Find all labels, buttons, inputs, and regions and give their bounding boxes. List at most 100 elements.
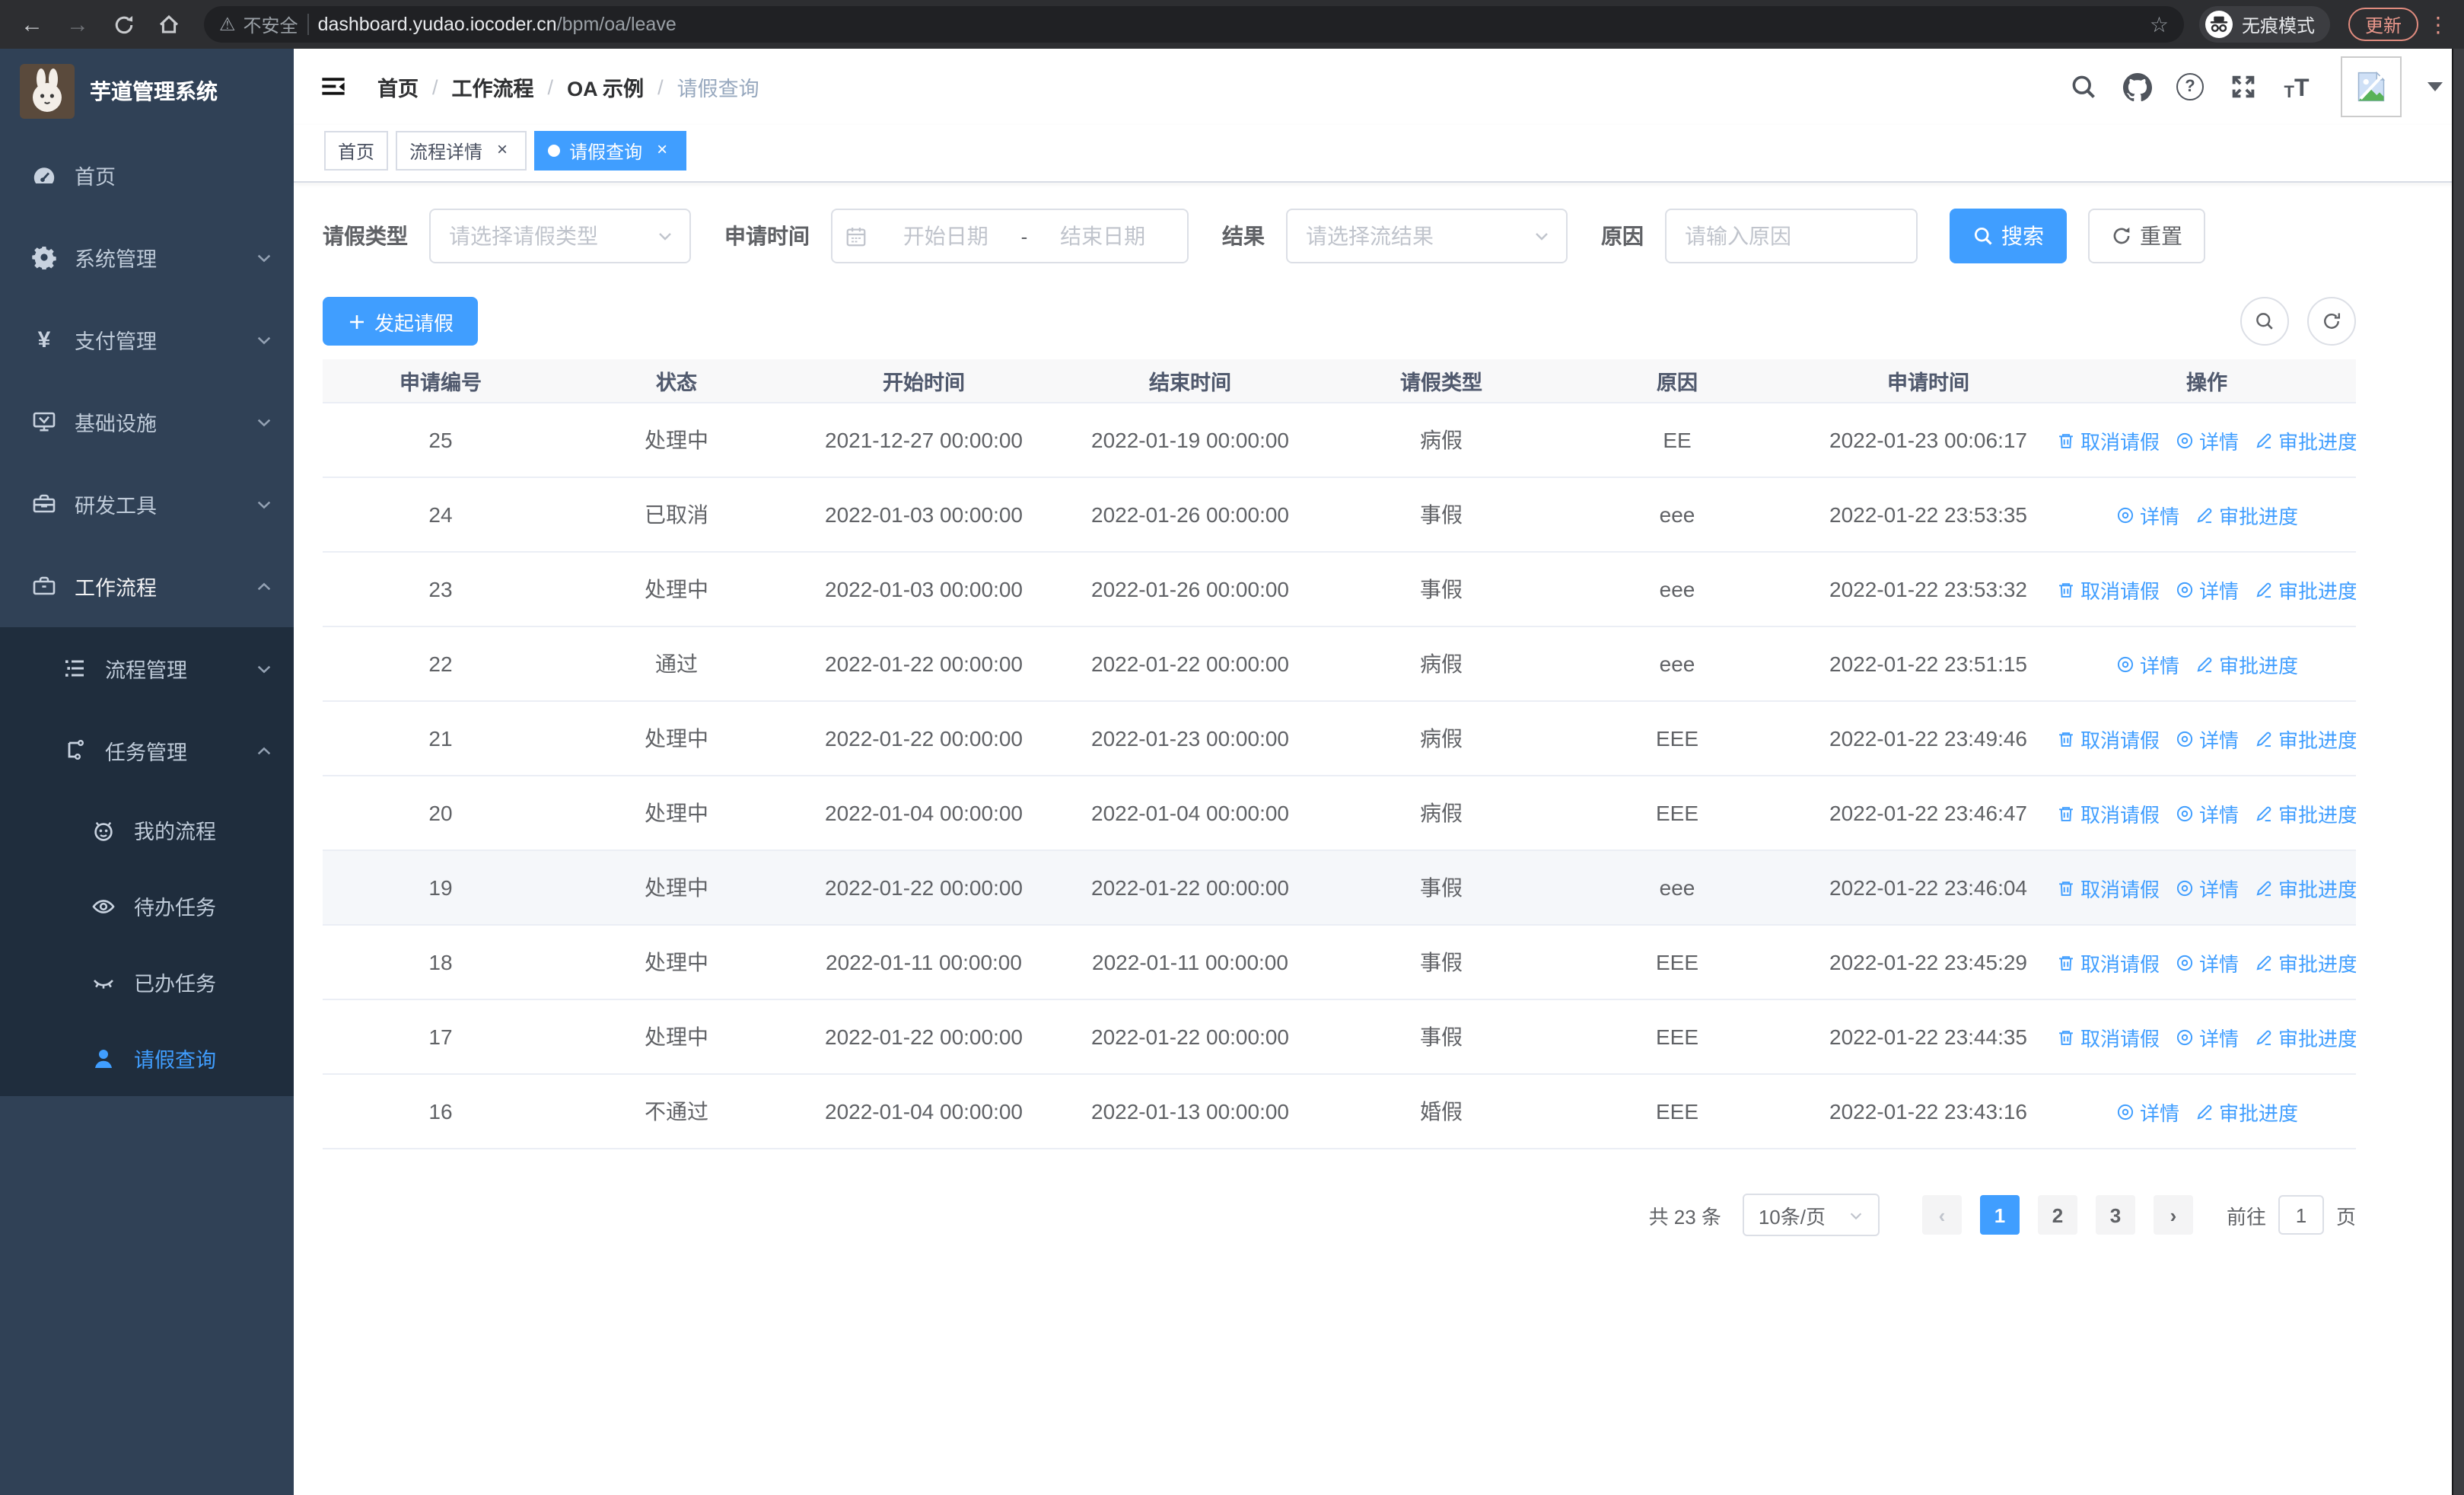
address-bar[interactable]: ⚠ 不安全 dashboard.yudao.iocoder.cn/bpm/oa/… bbox=[204, 6, 2184, 43]
leave-type-input[interactable] bbox=[446, 222, 647, 250]
filter-leave-type: 请假类型 bbox=[323, 209, 691, 263]
breadcrumb-item-oa-example[interactable]: OA 示例 bbox=[567, 72, 644, 102]
reason-input[interactable] bbox=[1682, 222, 1901, 250]
cell-applied-time: 2022-01-22 23:46:47 bbox=[1829, 801, 2027, 825]
cell-applied-time: 2022-01-22 23:49:46 bbox=[1829, 726, 2027, 751]
tab-leave-query[interactable]: 请假查询 × bbox=[534, 131, 687, 171]
breadcrumb-item-workflow[interactable]: 工作流程 bbox=[452, 72, 534, 102]
approval-progress-link[interactable]: 审批进度 bbox=[2254, 575, 2356, 604]
browser-update-button[interactable]: 更新 bbox=[2348, 8, 2418, 41]
approval-progress-link[interactable]: 审批进度 bbox=[2195, 649, 2298, 678]
start-date-input[interactable] bbox=[874, 222, 1018, 250]
cancel-leave-link[interactable]: 取消请假 bbox=[2058, 575, 2160, 604]
approval-progress-link[interactable]: 审批进度 bbox=[2254, 1022, 2356, 1051]
cancel-leave-link[interactable]: 取消请假 bbox=[2058, 948, 2160, 977]
approval-progress-link[interactable]: 审批进度 bbox=[2254, 426, 2356, 454]
date-range-picker[interactable]: - bbox=[831, 209, 1189, 263]
sidebar-item-todo-tasks[interactable]: 待办任务 bbox=[0, 868, 294, 944]
create-leave-button[interactable]: 发起请假 bbox=[323, 297, 479, 346]
browser-back-button[interactable]: ← bbox=[12, 5, 52, 44]
reset-button[interactable]: 重置 bbox=[2088, 209, 2205, 263]
browser-home-button[interactable] bbox=[149, 5, 189, 44]
approval-progress-link[interactable]: 审批进度 bbox=[2254, 948, 2356, 977]
detail-link[interactable]: 详情 bbox=[2175, 799, 2239, 827]
detail-link[interactable]: 详情 bbox=[2175, 724, 2239, 753]
cancel-leave-link[interactable]: 取消请假 bbox=[2058, 426, 2160, 454]
refresh-table-button[interactable] bbox=[2307, 297, 2356, 346]
cancel-leave-link[interactable]: 取消请假 bbox=[2058, 1022, 2160, 1051]
sidebar-item-system[interactable]: 系统管理 bbox=[0, 216, 294, 298]
sidebar-item-task-management[interactable]: 任务管理 bbox=[0, 709, 294, 792]
user-avatar[interactable] bbox=[2341, 56, 2402, 117]
bookmark-star-icon[interactable]: ☆ bbox=[2150, 11, 2169, 37]
page-button-2[interactable]: 2 bbox=[2037, 1195, 2077, 1235]
sidebar-collapse-icon[interactable] bbox=[317, 70, 350, 104]
cancel-leave-link[interactable]: 取消请假 bbox=[2058, 799, 2160, 827]
breadcrumb-item-home[interactable]: 首页 bbox=[377, 72, 419, 102]
goto-unit-label: 页 bbox=[2335, 1205, 2356, 1228]
sidebar-item-home[interactable]: 首页 bbox=[0, 134, 294, 216]
browser-menu-icon[interactable]: ⋮ bbox=[2424, 11, 2452, 37]
leave-table: 申请编号 状态 开始时间 结束时间 请假类型 原因 申请时间 操作 25 处理中… bbox=[323, 359, 2356, 1149]
approval-progress-link[interactable]: 审批进度 bbox=[2195, 1097, 2298, 1126]
search-button[interactable]: 搜索 bbox=[1950, 209, 2067, 263]
detail-link[interactable]: 详情 bbox=[2175, 575, 2239, 604]
approval-progress-link[interactable]: 审批进度 bbox=[2254, 724, 2356, 753]
browser-forward-button[interactable]: → bbox=[58, 5, 97, 44]
gear-icon bbox=[32, 245, 56, 269]
detail-link[interactable]: 详情 bbox=[2115, 1097, 2179, 1126]
close-icon[interactable]: × bbox=[492, 139, 513, 161]
prev-page-button[interactable]: ‹ bbox=[1921, 1195, 1962, 1235]
page-size-select[interactable]: 10条/页 bbox=[1742, 1194, 1880, 1236]
detail-link[interactable]: 详情 bbox=[2175, 426, 2239, 454]
result-input[interactable] bbox=[1303, 222, 1523, 250]
detail-link[interactable]: 详情 bbox=[2115, 500, 2179, 529]
page-button-3[interactable]: 3 bbox=[2095, 1195, 2135, 1235]
table-row: 19 处理中 2022-01-22 00:00:00 2022-01-22 00… bbox=[323, 851, 2356, 926]
cell-status: 处理中 bbox=[645, 428, 708, 452]
approval-progress-link[interactable]: 审批进度 bbox=[2254, 873, 2356, 902]
cancel-leave-link[interactable]: 取消请假 bbox=[2058, 873, 2160, 902]
detail-link[interactable]: 详情 bbox=[2175, 873, 2239, 902]
cell-leave-type: 事假 bbox=[1420, 577, 1463, 601]
goto-page-input[interactable] bbox=[2278, 1195, 2324, 1235]
detail-link[interactable]: 详情 bbox=[2115, 649, 2179, 678]
detail-link[interactable]: 详情 bbox=[2175, 948, 2239, 977]
browser-refresh-button[interactable] bbox=[103, 5, 143, 44]
tab-home[interactable]: 首页 bbox=[324, 131, 389, 171]
sidebar-item-done-tasks[interactable]: 已办任务 bbox=[0, 944, 294, 1020]
site-security-warning[interactable]: ⚠ 不安全 bbox=[219, 11, 298, 37]
page-button-1[interactable]: 1 bbox=[1979, 1195, 2020, 1235]
sidebar-item-workflow[interactable]: 工作流程 bbox=[0, 545, 294, 627]
filter-result: 结果 bbox=[1222, 209, 1568, 263]
fullscreen-icon[interactable] bbox=[2228, 72, 2259, 102]
font-size-icon[interactable]: TT bbox=[2281, 72, 2312, 102]
sidebar-item-infrastructure[interactable]: 基础设施 bbox=[0, 381, 294, 463]
avatar-caret-icon[interactable] bbox=[2427, 82, 2443, 91]
leave-type-select[interactable] bbox=[429, 209, 691, 263]
sidebar-item-process-management[interactable]: 流程管理 bbox=[0, 627, 294, 709]
tab-process-detail[interactable]: 流程详情 × bbox=[396, 131, 527, 171]
sidebar-item-leave-query[interactable]: 请假查询 bbox=[0, 1020, 294, 1096]
help-icon[interactable]: ? bbox=[2175, 72, 2205, 102]
result-select[interactable] bbox=[1286, 209, 1568, 263]
page-scrollbar[interactable] bbox=[2452, 49, 2464, 1495]
next-page-button[interactable]: › bbox=[2153, 1195, 2193, 1235]
approval-progress-link[interactable]: 审批进度 bbox=[2195, 500, 2298, 529]
sidebar-item-payment[interactable]: ¥ 支付管理 bbox=[0, 298, 294, 381]
detail-link[interactable]: 详情 bbox=[2175, 1022, 2239, 1051]
sidebar-item-my-processes[interactable]: 我的流程 bbox=[0, 792, 294, 868]
show-search-toggle-button[interactable] bbox=[2240, 297, 2289, 346]
end-date-input[interactable] bbox=[1030, 222, 1175, 250]
breadcrumb-separator: / bbox=[432, 75, 438, 98]
reason-field[interactable] bbox=[1665, 209, 1918, 263]
close-icon[interactable]: × bbox=[651, 139, 673, 161]
github-icon[interactable] bbox=[2122, 72, 2152, 102]
eye-icon bbox=[2176, 805, 2193, 821]
sidebar-item-dev-tools[interactable]: 研发工具 bbox=[0, 463, 294, 545]
header-search-icon[interactable] bbox=[2068, 72, 2099, 102]
cell-actions: 取消请假 详情 审批进度 bbox=[2058, 799, 2356, 827]
sidebar-item-label: 待办任务 bbox=[134, 897, 216, 920]
approval-progress-link[interactable]: 审批进度 bbox=[2254, 799, 2356, 827]
cancel-leave-link[interactable]: 取消请假 bbox=[2058, 724, 2160, 753]
